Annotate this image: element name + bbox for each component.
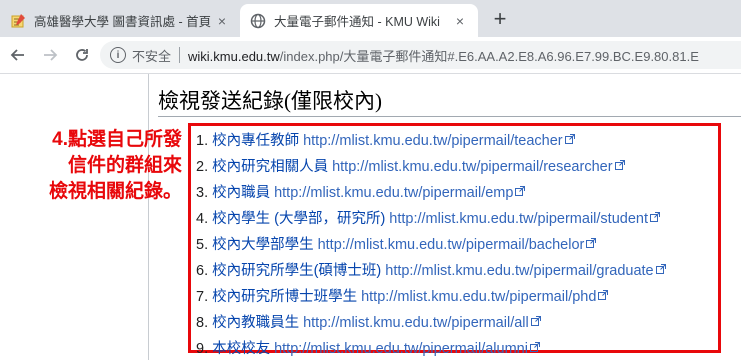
group-name-link[interactable]: 校內研究所學生(碩博士班): [212, 263, 381, 279]
archive-link[interactable]: http://mlist.kmu.edu.tw/pipermail/emp: [274, 185, 513, 201]
external-link-icon: [530, 316, 541, 326]
close-tab-icon[interactable]: ×: [452, 13, 468, 29]
item-number: 1.: [196, 133, 209, 149]
list-item: 2. 校內研究相關人員 http://mlist.kmu.edu.tw/piperm…: [196, 154, 666, 180]
item-number: 8.: [196, 315, 209, 331]
group-name-link[interactable]: 校內大學部學生: [212, 237, 314, 253]
annotation-line: 檢視相關紀錄。: [48, 181, 182, 202]
item-number: 3.: [196, 185, 209, 201]
group-name-link[interactable]: 校內職員: [212, 185, 270, 201]
globe-icon: [250, 13, 266, 29]
item-number: 7.: [196, 289, 209, 305]
group-name-link[interactable]: 校內研究所博士班學生: [212, 289, 357, 305]
archive-link[interactable]: http://mlist.kmu.edu.tw/pipermail/studen…: [389, 211, 648, 227]
close-tab-icon[interactable]: ×: [214, 13, 230, 29]
group-name-link[interactable]: 校內學生 (大學部，研究所): [212, 211, 385, 227]
archive-link[interactable]: http://mlist.kmu.edu.tw/pipermail/phd: [361, 289, 596, 305]
external-link-icon: [586, 238, 597, 248]
forward-arrow-icon: [44, 49, 58, 61]
external-link-icon: [564, 134, 575, 144]
group-name-link[interactable]: 校內研究相關人員: [212, 159, 328, 175]
item-number: 4.: [196, 211, 209, 227]
external-link-icon: [515, 186, 526, 196]
page-content: 檢視發送紀錄(僅限校內) 4.點選自己所發 信件的群組來 檢視相關紀錄。 1. 校…: [0, 74, 741, 360]
annotation-line: 4.點選自己所發: [52, 129, 182, 150]
list-item: 5. 校內大學部學生 http://mlist.kmu.edu.tw/piperma…: [196, 232, 666, 258]
omnibox-divider: [179, 47, 181, 63]
tab-title: 大量電子郵件通知 - KMU Wiki: [274, 15, 440, 29]
back-arrow-icon: [10, 49, 24, 61]
address-bar[interactable]: i 不安全 wiki.kmu.edu.tw/index.php/大量電子郵件通知…: [100, 41, 741, 69]
new-tab-button[interactable]: +: [487, 6, 513, 32]
list-item: 4. 校內學生 (大學部，研究所) http://mlist.kmu.edu.tw/…: [196, 206, 666, 232]
external-link-icon: [649, 212, 660, 222]
item-number: 5.: [196, 237, 209, 253]
list-item: 3. 校內職員 http://mlist.kmu.edu.tw/pipermail/…: [196, 180, 666, 206]
url-path: /index.php/大量電子郵件通知#.E6.AA.A2.E8.A6.96.E…: [279, 48, 699, 64]
tab-library-home[interactable]: 高雄醫學大學 圖書資訊處 - 首頁 ×: [0, 4, 240, 37]
list-item: 9. 本校校友 http://mlist.kmu.edu.tw/pipermail/…: [196, 336, 666, 362]
reload-icon: [76, 49, 88, 61]
list-item: 8. 校內教職員生 http://mlist.kmu.edu.tw/pipermai…: [196, 310, 666, 336]
tab-title: 高雄醫學大學 圖書資訊處 - 首頁: [34, 15, 212, 29]
tab-strip: 高雄醫學大學 圖書資訊處 - 首頁 × 大量電子郵件通知 - KMU Wiki …: [0, 0, 741, 37]
list-item: 1. 校內專任教師 http://mlist.kmu.edu.tw/pipermai…: [196, 128, 666, 154]
archive-link[interactable]: http://mlist.kmu.edu.tw/pipermail/bachel…: [318, 237, 585, 253]
archive-link[interactable]: http://mlist.kmu.edu.tw/pipermail/gradua…: [385, 263, 653, 279]
list-item: 7. 校內研究所博士班學生 http://mlist.kmu.edu.tw/pipe…: [196, 284, 666, 310]
group-name-link[interactable]: 校內專任教師: [212, 133, 299, 149]
external-link-icon: [598, 290, 609, 300]
group-name-link[interactable]: 校內教職員生: [212, 315, 299, 331]
archive-link[interactable]: http://mlist.kmu.edu.tw/pipermail/teache…: [303, 133, 563, 149]
external-link-icon: [614, 160, 625, 170]
archive-link[interactable]: http://mlist.kmu.edu.tw/pipermail/alumni: [274, 341, 528, 357]
back-button[interactable]: [6, 43, 30, 67]
library-favicon-icon: [10, 13, 26, 29]
browser-toolbar: i 不安全 wiki.kmu.edu.tw/index.php/大量電子郵件通知…: [0, 37, 741, 74]
reload-button[interactable]: [70, 43, 94, 67]
archive-link[interactable]: http://mlist.kmu.edu.tw/pipermail/all: [303, 315, 529, 331]
instruction-annotation: 4.點選自己所發 信件的群組來 檢視相關紀錄。: [2, 127, 182, 205]
security-label: 不安全: [132, 48, 172, 64]
url-host: wiki.kmu.edu.tw: [188, 48, 280, 64]
group-name-link[interactable]: 本校校友: [212, 341, 270, 357]
annotation-line: 信件的群組來: [67, 155, 182, 176]
item-number: 2.: [196, 159, 209, 175]
mailing-list: 1. 校內專任教師 http://mlist.kmu.edu.tw/pipermai…: [196, 128, 666, 362]
sidebar-divider: [148, 74, 149, 360]
section-heading: 檢視發送紀錄(僅限校內): [158, 85, 741, 117]
url-text: wiki.kmu.edu.tw/index.php/大量電子郵件通知#.E6.A…: [188, 46, 699, 65]
archive-link[interactable]: http://mlist.kmu.edu.tw/pipermail/resear…: [332, 159, 612, 175]
item-number: 6.: [196, 263, 209, 279]
external-link-icon: [655, 264, 666, 274]
list-item: 6. 校內研究所學生(碩博士班) http://mlist.kmu.edu.tw/p…: [196, 258, 666, 284]
info-icon[interactable]: i: [110, 47, 126, 63]
tab-kmu-wiki[interactable]: 大量電子郵件通知 - KMU Wiki ×: [240, 4, 478, 37]
item-number: 9.: [196, 341, 209, 357]
forward-button[interactable]: [38, 43, 62, 67]
external-link-icon: [529, 342, 540, 352]
